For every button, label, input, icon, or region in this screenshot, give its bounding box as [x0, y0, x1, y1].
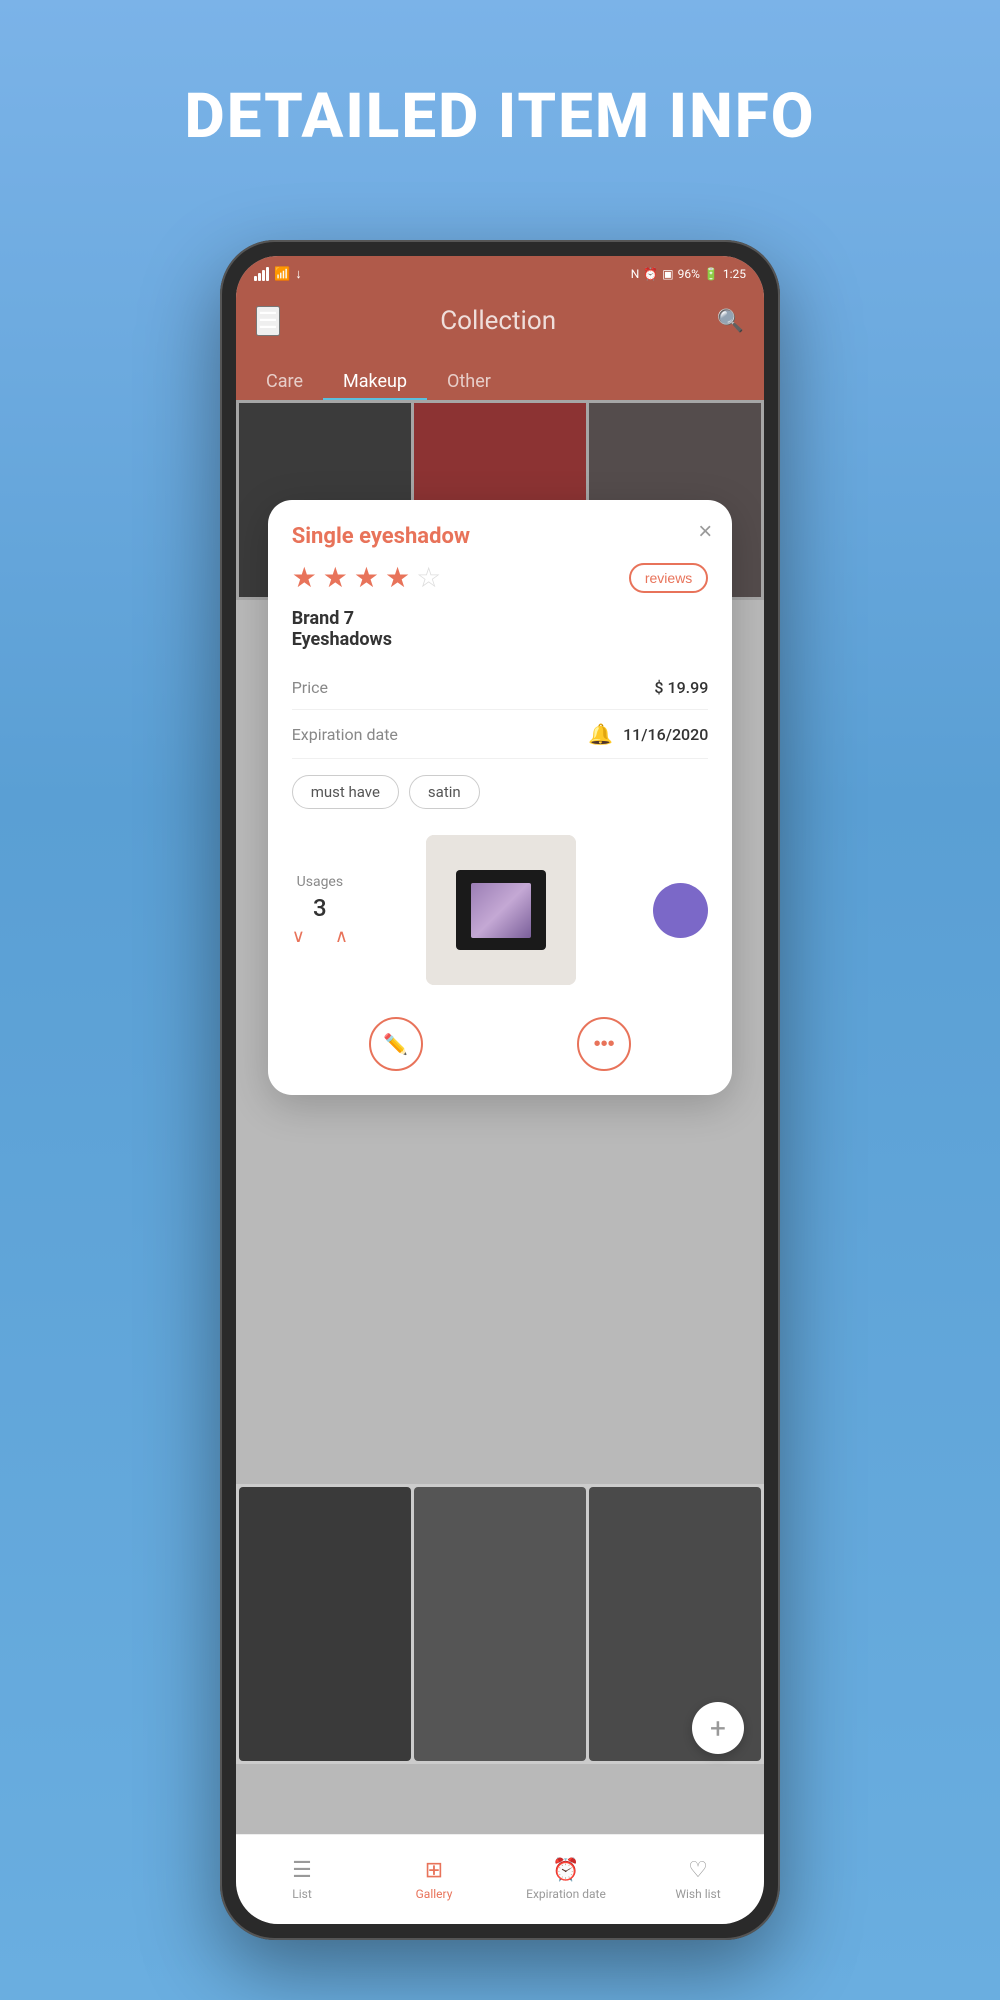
expiration-icon: ⏰: [552, 1858, 579, 1883]
nav-wishlist-label: Wish list: [675, 1887, 720, 1901]
nav-expiration[interactable]: ⏰ Expiration date: [500, 1858, 632, 1901]
rating-row: ★ ★ ★ ★ ☆ reviews: [292, 561, 709, 594]
tabs-bar: Care Makeup Other: [236, 350, 764, 400]
bottom-nav: ☰ List ⊞ Gallery ⏰ Expiration date ♡ Wis…: [236, 1834, 764, 1924]
product-section: Usages 3 ∨ ∧: [292, 825, 709, 1001]
signal-icon: [254, 267, 269, 281]
expiry-value: 11/16/2020: [623, 725, 708, 744]
tab-other[interactable]: Other: [427, 363, 511, 400]
grid-cell-1: [239, 1487, 411, 1761]
nav-gallery-label: Gallery: [416, 1887, 453, 1901]
color-swatch[interactable]: [653, 883, 708, 938]
nfc-icon: N: [631, 267, 640, 281]
edit-button[interactable]: ✏️: [369, 1017, 423, 1071]
wifi-icon: 📶: [274, 267, 290, 282]
nav-list[interactable]: ☰ List: [236, 1858, 368, 1901]
clock: 1:25: [723, 267, 746, 281]
product-image: [426, 835, 576, 985]
nav-expiration-label: Expiration date: [526, 1887, 606, 1901]
app-bar: ☰ Collection 🔍: [236, 292, 764, 350]
nav-wishlist[interactable]: ♡ Wish list: [632, 1858, 764, 1901]
expiry-row: Expiration date 🔔 11/16/2020: [292, 710, 709, 759]
tag-satin: satin: [409, 775, 480, 809]
usages-label: Usages: [292, 874, 348, 890]
bell-icon[interactable]: 🔔: [588, 722, 613, 746]
category-name: Eyeshadows: [292, 629, 709, 650]
star-4: ★: [385, 561, 410, 594]
price-row: Price $ 19.99: [292, 666, 709, 710]
download-icon: ↓: [295, 266, 302, 282]
alarm-icon: ⏰: [643, 267, 658, 281]
list-icon: ☰: [292, 1858, 312, 1883]
nav-gallery[interactable]: ⊞ Gallery: [368, 1858, 500, 1901]
brand-name: Brand 7: [292, 608, 709, 629]
battery-icon: ▣: [662, 267, 673, 281]
app-bar-title: Collection: [440, 306, 556, 336]
page-title: DETAILED ITEM INFO: [0, 0, 1000, 153]
reviews-button[interactable]: reviews: [629, 563, 708, 593]
more-button[interactable]: •••: [577, 1017, 631, 1071]
hamburger-button[interactable]: ☰: [256, 306, 280, 336]
nav-list-label: List: [292, 1887, 312, 1901]
price-label: Price: [292, 678, 328, 697]
gallery-icon: ⊞: [425, 1858, 443, 1883]
close-button[interactable]: ×: [698, 518, 712, 546]
status-bar: 📶 ↓ N ⏰ ▣ 96% 🔋 1:25: [236, 256, 764, 292]
modal-title: Single eyeshadow: [292, 524, 709, 549]
fab-button[interactable]: +: [692, 1702, 744, 1754]
usages-control: Usages 3 ∨ ∧: [292, 874, 348, 947]
edit-icon: ✏️: [383, 1032, 408, 1057]
modal-actions: ✏️ •••: [292, 1001, 709, 1071]
background-grid-bottom: [236, 1484, 764, 1764]
wishlist-icon: ♡: [688, 1858, 708, 1883]
battery-percent: 96%: [678, 267, 700, 281]
star-3: ★: [354, 561, 379, 594]
grid-cell-2: [414, 1487, 586, 1761]
item-detail-modal: × Single eyeshadow ★ ★ ★ ★ ☆ reviews: [268, 500, 733, 1095]
tags-row: must have satin: [292, 759, 709, 825]
tab-care[interactable]: Care: [246, 363, 323, 400]
more-icon: •••: [594, 1033, 615, 1056]
tag-must-have: must have: [292, 775, 399, 809]
usages-value: 3: [292, 894, 348, 922]
increment-usages-button[interactable]: ∧: [335, 926, 348, 947]
decrement-usages-button[interactable]: ∨: [292, 926, 305, 947]
battery-bar: 🔋: [704, 267, 719, 281]
price-value: $ 19.99: [654, 678, 708, 697]
stars: ★ ★ ★ ★ ☆: [292, 561, 442, 594]
star-5: ☆: [416, 561, 441, 594]
tab-makeup[interactable]: Makeup: [323, 363, 427, 400]
expiry-label: Expiration date: [292, 725, 398, 744]
phone-frame: 📶 ↓ N ⏰ ▣ 96% 🔋 1:25 ☰ Collection 🔍: [220, 240, 780, 1940]
star-2: ★: [323, 561, 348, 594]
search-button[interactable]: 🔍: [717, 308, 744, 334]
star-1: ★: [292, 561, 317, 594]
